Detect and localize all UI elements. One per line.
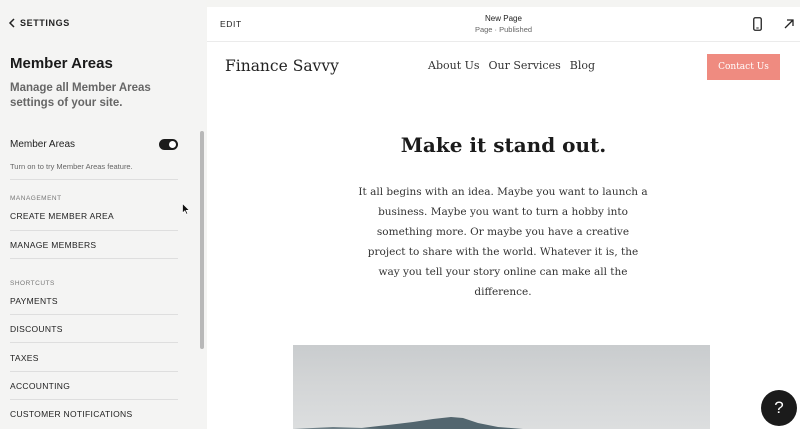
page-name: New Page [485, 14, 522, 23]
discounts-link[interactable]: DISCOUNTS [10, 324, 63, 334]
back-link-label: SETTINGS [20, 18, 70, 28]
site-logo[interactable]: Finance Savvy [225, 57, 339, 75]
manage-members-link[interactable]: MANAGE MEMBERS [10, 240, 96, 250]
section-heading-shortcuts: SHORTCUTS [10, 280, 55, 287]
nav-blog[interactable]: Blog [570, 59, 595, 72]
hero-title: Make it stand out. [400, 133, 607, 157]
customer-notifications-link[interactable]: CUSTOMER NOTIFICATIONS [10, 409, 132, 419]
accounting-link[interactable]: ACCOUNTING [10, 381, 70, 391]
external-link-icon[interactable] [783, 18, 795, 30]
payments-link[interactable]: PAYMENTS [10, 296, 58, 306]
divider [10, 314, 178, 315]
panel-description: Manage all Member Areas settings of your… [10, 82, 151, 109]
taxes-link[interactable]: TAXES [10, 353, 39, 363]
divider [10, 342, 178, 343]
hero-body: It all begins with an idea. Maybe you wa… [358, 186, 648, 298]
mobile-preview-icon[interactable] [753, 17, 762, 31]
page-status: Page · Published [474, 25, 533, 34]
sidebar-scrollbar[interactable] [200, 131, 204, 349]
contact-us-button[interactable]: Contact Us [707, 54, 780, 80]
create-member-area-link[interactable]: CREATE MEMBER AREA [10, 211, 114, 221]
divider [10, 179, 178, 180]
mountain-silhouette [293, 417, 523, 429]
member-areas-toggle-label: Member Areas [10, 138, 76, 150]
settings-sidebar: SETTINGS Member Areas Manage all Member … [0, 0, 206, 429]
chevron-left-icon [8, 18, 15, 28]
section-heading-management: MANAGEMENT [10, 195, 62, 202]
nav-about-us[interactable]: About Us [428, 59, 480, 72]
editor-topbar: EDIT New Page Page · Published [207, 7, 800, 42]
back-to-settings-link[interactable]: SETTINGS [8, 18, 70, 28]
mouse-pointer-icon [182, 203, 190, 215]
toggle-hint: Turn on to try Member Areas feature. [10, 162, 133, 171]
help-button[interactable]: ? [761, 390, 797, 426]
panel-title: Member Areas [10, 55, 113, 72]
hero-landscape-image [293, 345, 710, 429]
page-preview-frame: EDIT New Page Page · Published Finance S… [207, 7, 800, 429]
member-areas-toggle[interactable] [159, 138, 178, 150]
member-areas-toggle-row: Member Areas [10, 136, 178, 152]
divider [10, 230, 178, 231]
divider [10, 399, 178, 400]
nav-our-services[interactable]: Our Services [489, 59, 561, 72]
divider [10, 371, 178, 372]
divider [10, 258, 178, 259]
site-navigation: About Us Our Services Blog [428, 59, 595, 72]
